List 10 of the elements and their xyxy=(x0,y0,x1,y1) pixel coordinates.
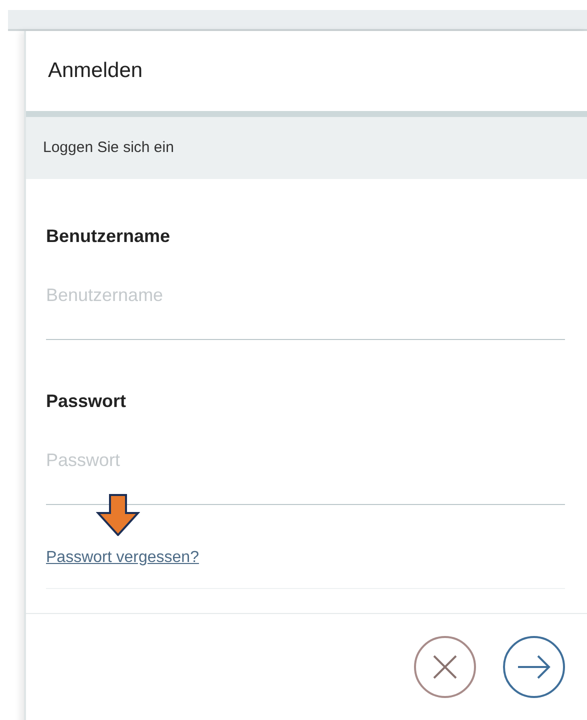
field-label: Passwort xyxy=(46,390,128,413)
arrow-right-icon xyxy=(517,654,551,680)
dialog-title: Anmelden xyxy=(48,58,143,84)
close-button[interactable] xyxy=(414,636,476,698)
close-icon xyxy=(432,654,458,680)
field-label: Benutzername xyxy=(46,225,172,248)
forgot-password-link[interactable]: Passwort vergessen? xyxy=(46,549,199,566)
next-button[interactable] xyxy=(503,636,565,698)
input-field[interactable]: Benutzername xyxy=(46,282,565,340)
subtitle: Loggen Sie sich ein xyxy=(43,138,174,158)
